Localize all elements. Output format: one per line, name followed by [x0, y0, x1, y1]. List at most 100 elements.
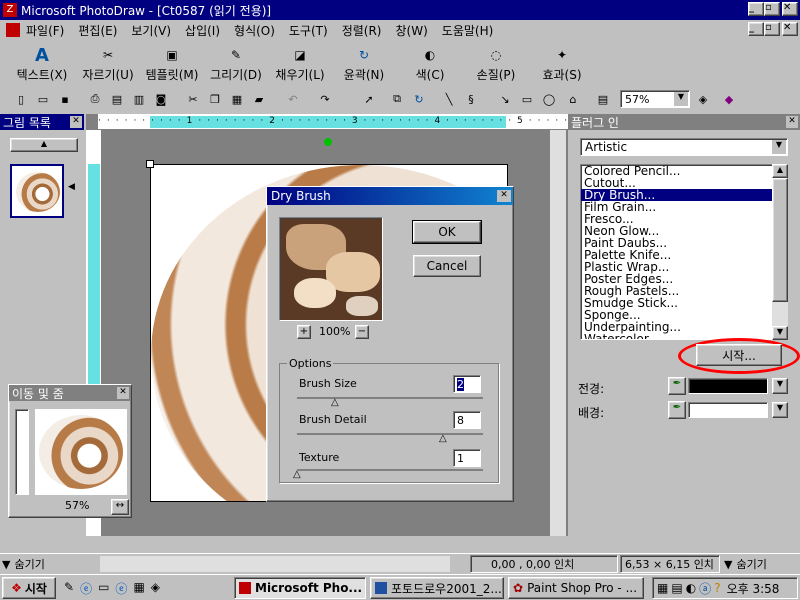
group-icon[interactable]: ⧉ [388, 90, 406, 108]
channel-icon[interactable]: ▦ [133, 580, 144, 598]
brush-detail-thumb[interactable]: △ [439, 433, 447, 444]
plugin-list-scrollbar[interactable]: ▲ ▼ [772, 164, 788, 340]
open-icon[interactable]: ▭ [34, 90, 52, 108]
rotation-handle[interactable] [324, 138, 332, 146]
task-document[interactable]: 포토드로우2001_2... [370, 577, 504, 599]
hide-left-button[interactable]: ▼ 숨기기 [2, 556, 45, 572]
desktop-icon[interactable]: ▭ [98, 580, 109, 598]
rotate-icon[interactable]: ↻ [410, 90, 428, 108]
ok-button[interactable]: OK [412, 220, 482, 244]
menu-arrange[interactable]: 정렬(R) [342, 22, 382, 39]
ellipse-icon[interactable]: ◯ [540, 90, 558, 108]
text-tool-button[interactable]: A 텍스트(X) [10, 44, 74, 86]
network-icon[interactable]: ▤ [671, 581, 682, 595]
undo-icon[interactable]: ↶ [284, 90, 302, 108]
texture-thumb[interactable]: △ [293, 469, 301, 480]
new-icon[interactable]: ▯ [12, 90, 30, 108]
menu-file[interactable]: 파일(F) [26, 22, 64, 39]
zoom-in-button[interactable]: + [297, 325, 311, 339]
brush-detail-input[interactable]: 8 [453, 411, 481, 429]
plugin-list[interactable]: Colored Pencil... Cutout... Dry Brush... Fi… [580, 164, 786, 340]
menu-insert[interactable]: 삽입(I) [185, 22, 220, 39]
brush-size-slider[interactable] [297, 397, 483, 399]
fill-button[interactable]: ◪ 채우기(L) [268, 44, 332, 86]
camera-icon[interactable]: ◙ [152, 90, 170, 108]
paste-icon[interactable]: ▦ [228, 90, 246, 108]
volume-icon[interactable]: ◐ [686, 581, 696, 595]
selection-handle[interactable] [146, 160, 154, 168]
doc-restore-button[interactable]: ▫ [764, 22, 780, 36]
draw-paint-button[interactable]: ✎ 그리기(D) [204, 44, 268, 86]
menu-window[interactable]: 창(W) [396, 22, 428, 39]
texture-slider[interactable] [297, 469, 483, 471]
redo-icon[interactable]: ↷ [316, 90, 334, 108]
close-icon[interactable]: ✕ [70, 116, 82, 128]
menu-format[interactable]: 형식(O) [234, 22, 275, 39]
fit-to-window-button[interactable]: ↔ [111, 499, 129, 515]
pointer-icon[interactable]: ➚ [360, 90, 378, 108]
hide-right-button[interactable]: ▼ 숨기기 [724, 556, 767, 572]
app-launch-icon[interactable]: ◈ [151, 580, 160, 598]
format-painter-icon[interactable]: ▰ [250, 90, 268, 108]
browser-icon[interactable]: ⓔ [115, 580, 127, 598]
text-box-icon[interactable]: ▤ [594, 90, 612, 108]
ime-icon[interactable]: ⓐ [699, 580, 711, 597]
background-eyedropper-icon[interactable]: ✒ [668, 401, 686, 419]
doc-close-button[interactable]: ✕ [782, 22, 798, 36]
menu-help[interactable]: 도움말(H) [442, 22, 494, 39]
zoom-slider[interactable] [15, 409, 29, 495]
print-preview-icon[interactable]: ▤ [108, 90, 126, 108]
menu-edit[interactable]: 편집(E) [78, 22, 117, 39]
preview-box[interactable] [279, 217, 383, 321]
line-icon[interactable]: ╲ [440, 90, 458, 108]
background-color-swatch[interactable] [688, 402, 768, 418]
close-icon[interactable]: ✕ [497, 190, 511, 202]
help-icon[interactable]: ? [714, 581, 720, 595]
save-icon[interactable]: ▪ [56, 90, 74, 108]
plugin-category-select[interactable]: Artistic ▼ [580, 138, 788, 156]
start-menu-button[interactable]: ❖ 시작 [2, 577, 56, 599]
quick-launch-icon[interactable]: ✎ [64, 580, 74, 598]
menu-tools[interactable]: 도구(T) [289, 22, 328, 39]
foreground-color-dropdown[interactable]: ▼ [772, 378, 788, 394]
internet-explorer-icon[interactable]: ⓔ [80, 580, 92, 598]
touch-up-button[interactable]: ◌ 손질(P) [464, 44, 528, 86]
print-icon[interactable]: ⎙ [86, 90, 104, 108]
horizontal-scrollbar[interactable] [100, 556, 450, 572]
close-button[interactable]: ✕ [782, 2, 798, 16]
task-paint-shop-pro[interactable]: ✿ Paint Shop Pro - ... [508, 577, 644, 599]
templates-button[interactable]: ▣ 템플릿(M) [140, 44, 204, 86]
scroll-up-button[interactable]: ▲ [10, 138, 78, 152]
zoom-out-button[interactable]: − [355, 325, 369, 339]
texture-input[interactable]: 1 [453, 449, 481, 467]
effects-button[interactable]: ✦ 효과(S) [530, 44, 594, 86]
foreground-color-swatch[interactable] [688, 378, 768, 394]
background-color-dropdown[interactable]: ▼ [772, 402, 788, 418]
brush-size-thumb[interactable]: △ [331, 397, 339, 408]
brush-size-input[interactable]: 2 [453, 375, 481, 393]
start-plugin-button[interactable]: 시작... [696, 344, 782, 366]
vertical-scrollbar[interactable] [550, 130, 566, 536]
arrow-icon[interactable]: ↘ [496, 90, 514, 108]
cut-crop-button[interactable]: ✂ 자르기(U) [76, 44, 140, 86]
picture-thumbnail[interactable] [10, 164, 64, 218]
maximize-button[interactable]: ▫ [764, 2, 780, 16]
brush-detail-slider[interactable] [297, 433, 483, 435]
curve-icon[interactable]: § [462, 90, 480, 108]
menu-view[interactable]: 보기(V) [131, 22, 171, 39]
color-button[interactable]: ◐ 색(C) [398, 44, 462, 86]
task-photodraw[interactable]: Microsoft Pho... [234, 577, 366, 599]
close-icon[interactable]: ✕ [786, 116, 798, 128]
shapes-icon[interactable]: ⌂ [564, 90, 582, 108]
zoom-select[interactable]: 57% ▼ [620, 90, 690, 108]
rectangle-icon[interactable]: ▭ [518, 90, 536, 108]
cancel-button[interactable]: Cancel [413, 255, 481, 277]
foreground-eyedropper-icon[interactable]: ✒ [668, 377, 686, 395]
scan-icon[interactable]: ▥ [130, 90, 148, 108]
doc-minimize-button[interactable]: _ [748, 22, 764, 36]
tray-icon[interactable]: ▦ [657, 581, 668, 595]
cut-icon[interactable]: ✂ [184, 90, 202, 108]
minimize-button[interactable]: _ [748, 2, 764, 16]
fit-icon[interactable]: ◈ [694, 90, 712, 108]
outline-button[interactable]: ↻ 윤곽(N) [332, 44, 396, 86]
